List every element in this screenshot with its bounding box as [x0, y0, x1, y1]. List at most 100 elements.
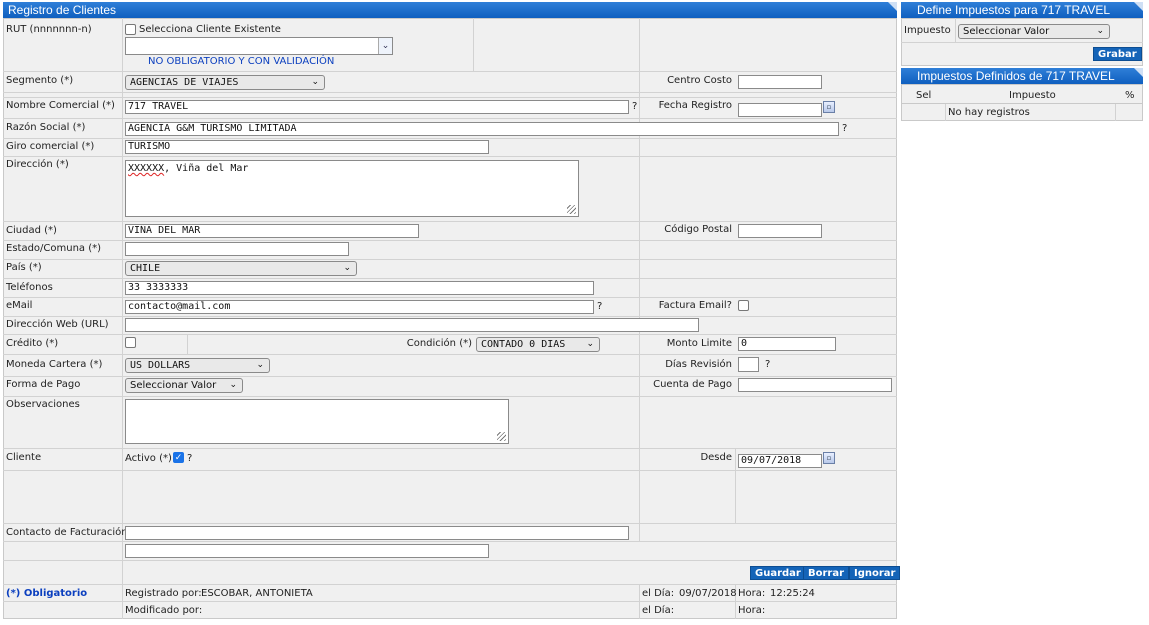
select-existing-checkbox[interactable] — [125, 24, 136, 35]
impuesto-select[interactable]: Seleccionar Valor ⌄ — [958, 24, 1110, 39]
grabar-button[interactable]: Grabar — [1093, 47, 1142, 61]
chevron-down-icon: ⌄ — [343, 263, 351, 273]
direccion-label: Dirección (*) — [6, 159, 69, 170]
observaciones-label: Observaciones — [6, 399, 80, 410]
observaciones-textarea[interactable] — [125, 399, 509, 444]
contacto-input-2[interactable] — [125, 544, 489, 558]
condicion-value: CONTADO 0 DIAS — [481, 339, 566, 350]
help-icon: ? — [842, 123, 848, 134]
rut-hint: NO OBLIGATORIO Y CON VALIDACIÓN — [148, 56, 335, 67]
nombre-comercial-label: Nombre Comercial (*) — [6, 100, 115, 111]
contacto-label: Contacto de Facturación — [6, 527, 128, 538]
hora-value: 12:25:24 — [770, 588, 815, 599]
pais-select[interactable]: CHILE ⌄ — [125, 261, 357, 276]
direccion-textarea[interactable]: XXXXXX, Viña del Mar — [125, 160, 579, 217]
giro-input[interactable]: TURISMO — [125, 140, 489, 154]
condicion-select[interactable]: CONTADO 0 DIAS ⌄ — [476, 337, 600, 352]
table-header: Sel Impuesto % — [901, 90, 1143, 104]
ciudad-label: Ciudad (*) — [6, 225, 57, 236]
help-icon: ? — [632, 101, 638, 112]
chevron-down-icon: ⌄ — [256, 360, 264, 370]
borrar-button[interactable]: Borrar — [803, 566, 850, 580]
calendar-icon[interactable]: ▫ — [823, 101, 835, 113]
mod-hora-label: Hora: — [738, 605, 766, 616]
moneda-value: US DOLLARS — [130, 360, 191, 371]
modificado-label: Modificado por: — [125, 605, 203, 616]
impuestos-title: Define Impuestos para 717 TRAVEL — [901, 2, 1143, 18]
col-sel: Sel — [916, 90, 932, 101]
monto-limite-label: Monto Limite — [666, 338, 732, 349]
registrado-value: ESCOBAR, ANTONIETA — [201, 588, 313, 599]
chevron-down-icon: ⌄ — [586, 339, 594, 349]
activo-label: Activo (*) — [125, 453, 172, 464]
factura-email-label: Factura Email? — [658, 300, 732, 311]
ciudad-input[interactable]: VIÑA DEL MAR — [125, 224, 419, 238]
rut-select[interactable] — [125, 37, 393, 55]
impuesto-select-value: Seleccionar Valor — [963, 26, 1050, 37]
activo-checkbox[interactable]: ✓ — [173, 452, 184, 463]
desde-input[interactable]: 09/07/2018 — [738, 454, 822, 468]
email-input[interactable]: contacto@mail.com — [125, 300, 594, 314]
select-existing-label: Selecciona Cliente Existente — [139, 24, 281, 35]
forma-pago-label: Forma de Pago — [6, 379, 81, 390]
help-icon: ? — [187, 453, 193, 464]
credito-checkbox[interactable] — [125, 337, 136, 348]
segmento-select[interactable]: AGENCIAS DE VIAJES ⌄ — [125, 75, 325, 90]
factura-email-checkbox[interactable] — [738, 300, 749, 311]
empty-message: No hay registros — [948, 107, 1030, 118]
cuenta-pago-label: Cuenta de Pago — [653, 379, 732, 390]
email-label: eMail — [6, 300, 33, 311]
dias-revision-label: Días Revisión — [665, 359, 732, 370]
razon-social-input[interactable]: AGENCIA G&M TURISMO LIMITADA — [125, 122, 839, 136]
fecha-registro-input[interactable] — [738, 103, 822, 117]
obligatorio-note: (*) Obligatorio — [6, 588, 88, 599]
fecha-registro-label: Fecha Registro — [658, 100, 732, 111]
cliente-label: Cliente — [6, 452, 42, 463]
contacto-input-1[interactable] — [125, 526, 629, 540]
hora-label: Hora: — [738, 588, 766, 599]
col-percent: % — [1125, 90, 1135, 101]
credito-label: Crédito (*) — [6, 338, 59, 349]
impuestos-definidos-title: Impuestos Definidos de 717 TRAVEL — [901, 68, 1143, 84]
forma-pago-value: Seleccionar Valor — [130, 380, 217, 391]
calendar-icon[interactable]: ▫ — [823, 452, 835, 464]
segmento-label: Segmento (*) — [6, 75, 74, 86]
mod-el-dia-label: el Día: — [642, 605, 675, 616]
direccion-value-part: XXXXXX — [128, 163, 165, 174]
moneda-select[interactable]: US DOLLARS ⌄ — [125, 358, 270, 373]
resize-grip-icon[interactable] — [497, 432, 506, 441]
chevron-down-icon: ⌄ — [229, 380, 237, 390]
monto-limite-input[interactable]: 0 — [738, 337, 836, 351]
pais-label: País (*) — [6, 262, 42, 273]
chevron-down-icon: ⌄ — [311, 77, 319, 87]
forma-pago-select[interactable]: Seleccionar Valor ⌄ — [125, 378, 243, 393]
help-icon: ? — [597, 301, 603, 312]
impuesto-label: Impuesto — [904, 25, 951, 36]
giro-label: Giro comercial (*) — [6, 141, 95, 152]
resize-grip-icon[interactable] — [567, 205, 576, 214]
registrado-label: Registrado por: — [125, 588, 202, 599]
codigo-postal-input[interactable] — [738, 224, 822, 238]
dias-revision-input[interactable] — [738, 357, 759, 372]
web-input[interactable] — [125, 318, 699, 332]
moneda-label: Moneda Cartera (*) — [6, 359, 103, 370]
razon-social-label: Razón Social (*) — [6, 122, 86, 133]
col-impuesto: Impuesto — [1009, 90, 1056, 101]
condicion-label: Condición (*) — [406, 338, 472, 349]
telefonos-input[interactable]: 33 3333333 — [125, 281, 594, 295]
codigo-postal-label: Código Postal — [664, 224, 732, 235]
centro-costo-input[interactable] — [738, 75, 822, 89]
ignorar-button[interactable]: Ignorar — [849, 566, 901, 580]
pais-value: CHILE — [130, 263, 161, 274]
nombre-comercial-input[interactable]: 717 TRAVEL — [125, 100, 629, 114]
segmento-value: AGENCIAS DE VIAJES — [130, 77, 239, 88]
estado-input[interactable] — [125, 242, 349, 256]
help-icon: ? — [765, 359, 771, 370]
chevron-down-icon: ⌄ — [1096, 26, 1104, 36]
estado-label: Estado/Comuna (*) — [6, 243, 102, 254]
rut-label: RUT (nnnnnnn-n) — [6, 24, 92, 35]
el-dia-label: el Día: — [642, 588, 675, 599]
cuenta-pago-input[interactable] — [738, 378, 892, 392]
chevron-down-icon[interactable]: ⌄ — [378, 38, 392, 54]
guardar-button[interactable]: Guardar — [750, 566, 806, 580]
